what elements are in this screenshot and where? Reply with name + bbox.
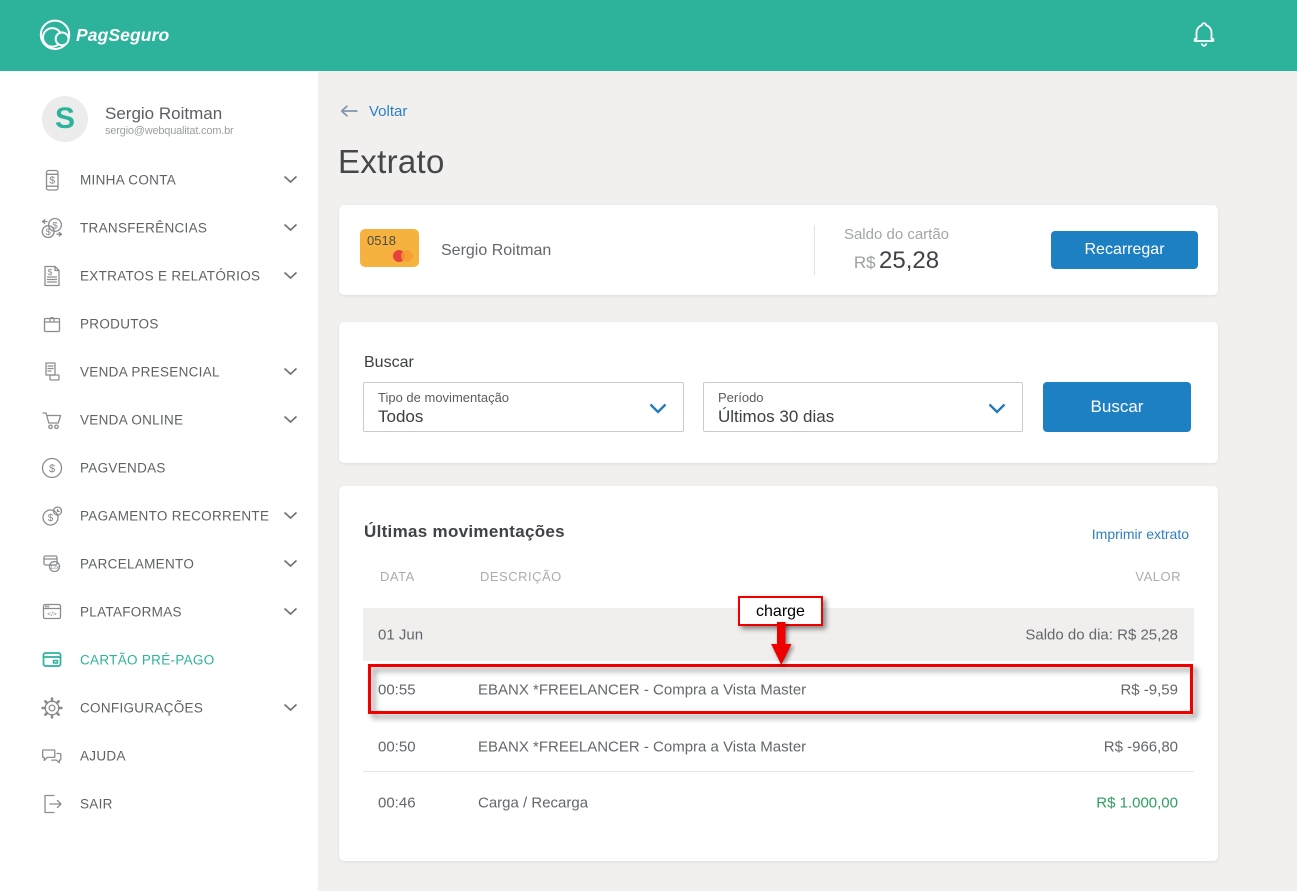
svg-text:$: $	[49, 463, 55, 475]
svg-text:$: $	[52, 220, 58, 231]
svg-text:$: $	[48, 267, 53, 277]
svg-text:</>: </>	[47, 611, 57, 618]
svg-text:$: $	[49, 175, 55, 187]
svg-text:$: $	[48, 513, 54, 524]
svg-text:$: $	[46, 227, 51, 237]
svg-text:12x: 12x	[50, 565, 59, 571]
